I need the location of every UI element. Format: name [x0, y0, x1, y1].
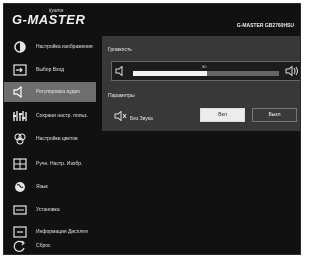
sidebar-item-label: Регулировка аудио	[36, 89, 81, 95]
reset-icon	[12, 240, 28, 252]
globe-icon	[12, 181, 28, 193]
sidebar-menu: Настройка изображения Выбор Вход Регулир…	[4, 34, 96, 254]
sidebar-item-label: Установка	[36, 207, 60, 213]
sidebar-item-label: Информация Дисплея	[36, 229, 88, 235]
sidebar-item-label: Ручн. Настр. Изобр.	[36, 161, 83, 167]
input-select-icon	[12, 64, 28, 76]
sidebar-item-color-settings[interactable]: Настройки цветов	[4, 129, 96, 149]
mute-off-label: Выкл	[268, 112, 281, 118]
mute-on-label: Вкл	[218, 112, 227, 118]
model-name: G-MASTER GB2760HSU	[236, 23, 294, 29]
osd-window: G-MASTER iiyama G-MASTER GB2760HSU Настр…	[3, 3, 301, 255]
sidebar-item-user-settings[interactable]: Сохрани настр. польз.	[4, 106, 96, 126]
mute-speaker-icon	[114, 110, 128, 124]
sidebar-item-image-settings[interactable]: Настройка изображения	[4, 37, 96, 57]
mute-label: Без Звука	[130, 116, 153, 122]
sidebar-item-setup[interactable]: Установка	[4, 200, 96, 220]
speaker-loud-icon	[285, 65, 299, 79]
sidebar-item-reset[interactable]: Сброс	[4, 236, 96, 254]
sidebar-item-label: Настройки цветов	[36, 136, 78, 142]
speaker-icon	[115, 65, 127, 79]
sidebar-item-language[interactable]: Язык	[4, 177, 96, 197]
brand-logo: G-MASTER	[12, 12, 86, 27]
volume-fill	[133, 71, 207, 76]
volume-value: 50	[202, 64, 207, 69]
mute-on-button[interactable]: Вкл	[200, 108, 245, 122]
sidebar-item-manual-image[interactable]: Ручн. Настр. Изобр.	[4, 154, 96, 174]
parameters-title: Параметры	[108, 93, 135, 99]
speaker-icon	[12, 86, 28, 98]
sidebar-item-input-select[interactable]: Выбор Вход	[4, 60, 96, 80]
user-settings-icon	[12, 110, 28, 122]
mute-off-button[interactable]: Выкл	[252, 108, 297, 122]
manual-image-icon	[12, 158, 28, 170]
sidebar-item-audio[interactable]: Регулировка аудио	[4, 82, 96, 102]
sidebar-item-label: Сброс	[36, 243, 51, 249]
sidebar-item-label: Сохрани настр. польз.	[36, 113, 88, 119]
volume-title: Громкость	[108, 47, 132, 53]
color-settings-icon	[12, 133, 28, 145]
sidebar-item-label: Настройка изображения	[36, 44, 93, 50]
sidebar-item-label: Язык	[36, 184, 48, 190]
brand-sub-logo: iiyama	[49, 8, 64, 14]
image-settings-icon	[12, 41, 28, 53]
setup-icon	[12, 204, 28, 216]
sidebar-item-label: Выбор Вход	[36, 67, 65, 73]
